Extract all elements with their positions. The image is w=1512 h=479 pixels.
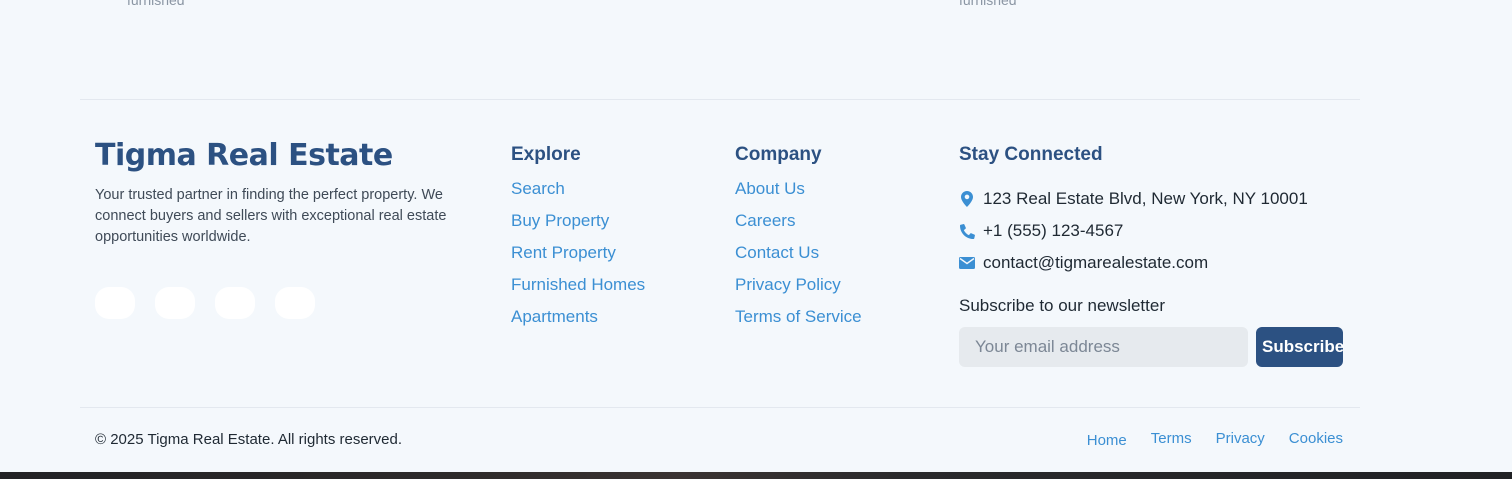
bottom-link-privacy[interactable]: Privacy [1216, 430, 1265, 447]
brand-name: Tigma Real Estate [95, 138, 393, 173]
contact-phone: +1 (555) 123-4567 [983, 221, 1124, 240]
link-buy-property[interactable]: Buy Property [511, 211, 609, 230]
link-search[interactable]: Search [511, 179, 565, 198]
link-apartments[interactable]: Apartments [511, 307, 598, 326]
link-about-us[interactable]: About Us [735, 179, 805, 198]
bottom-link-terms[interactable]: Terms [1151, 430, 1192, 447]
contact-phone-row: +1 (555) 123-4567 [959, 215, 1308, 247]
link-privacy-policy[interactable]: Privacy Policy [735, 275, 841, 294]
envelope-icon [959, 255, 975, 271]
company-column: Company About Us Careers Contact Us Priv… [735, 143, 862, 339]
social-link-4[interactable] [275, 287, 315, 319]
contact-info: 123 Real Estate Blvd, New York, NY 10001… [959, 183, 1308, 279]
social-link-3[interactable] [215, 287, 255, 319]
map-pin-icon [959, 191, 975, 207]
card-fragment-text-right: furnished [959, 0, 1017, 8]
link-terms-of-service[interactable]: Terms of Service [735, 307, 862, 326]
copyright-text: © 2025 Tigma Real Estate. All rights res… [95, 431, 403, 448]
connect-heading: Stay Connected [959, 144, 1103, 165]
contact-address-row: 123 Real Estate Blvd, New York, NY 10001 [959, 183, 1308, 215]
phone-icon [959, 223, 975, 239]
contact-email-row: contact@tigmarealestate.com [959, 247, 1308, 279]
company-heading: Company [735, 144, 822, 165]
explore-links: Search Buy Property Rent Property Furnis… [511, 179, 645, 339]
newsletter-email-input[interactable] [959, 327, 1248, 367]
explore-heading: Explore [511, 144, 581, 165]
next-section-image-edge [0, 472, 1512, 479]
social-links [95, 287, 315, 319]
link-rent-property[interactable]: Rent Property [511, 243, 616, 262]
link-careers[interactable]: Careers [735, 211, 795, 230]
explore-column: Explore Search Buy Property Rent Propert… [511, 143, 645, 339]
subscribe-button[interactable]: Subscribe [1256, 327, 1344, 367]
brand-description: Your trusted partner in finding the perf… [95, 187, 447, 245]
bottom-link-home[interactable]: Home [1087, 432, 1127, 449]
bottom-link-cookies[interactable]: Cookies [1289, 430, 1343, 447]
social-link-1[interactable] [95, 287, 135, 319]
card-fragment-text-left: furnished [127, 0, 185, 8]
social-link-2[interactable] [155, 287, 195, 319]
connect-column: Stay Connected [959, 143, 1103, 179]
company-links: About Us Careers Contact Us Privacy Poli… [735, 179, 862, 339]
footer-divider-bottom [80, 407, 1360, 408]
footer-divider-top [80, 99, 1360, 100]
footer-bottom-nav: Home Terms Privacy Cookies [1087, 430, 1343, 449]
link-furnished-homes[interactable]: Furnished Homes [511, 275, 645, 294]
link-contact-us[interactable]: Contact Us [735, 243, 819, 262]
newsletter-label: Subscribe to our newsletter [959, 296, 1165, 315]
contact-address: 123 Real Estate Blvd, New York, NY 10001 [983, 189, 1308, 208]
contact-email: contact@tigmarealestate.com [983, 253, 1209, 272]
